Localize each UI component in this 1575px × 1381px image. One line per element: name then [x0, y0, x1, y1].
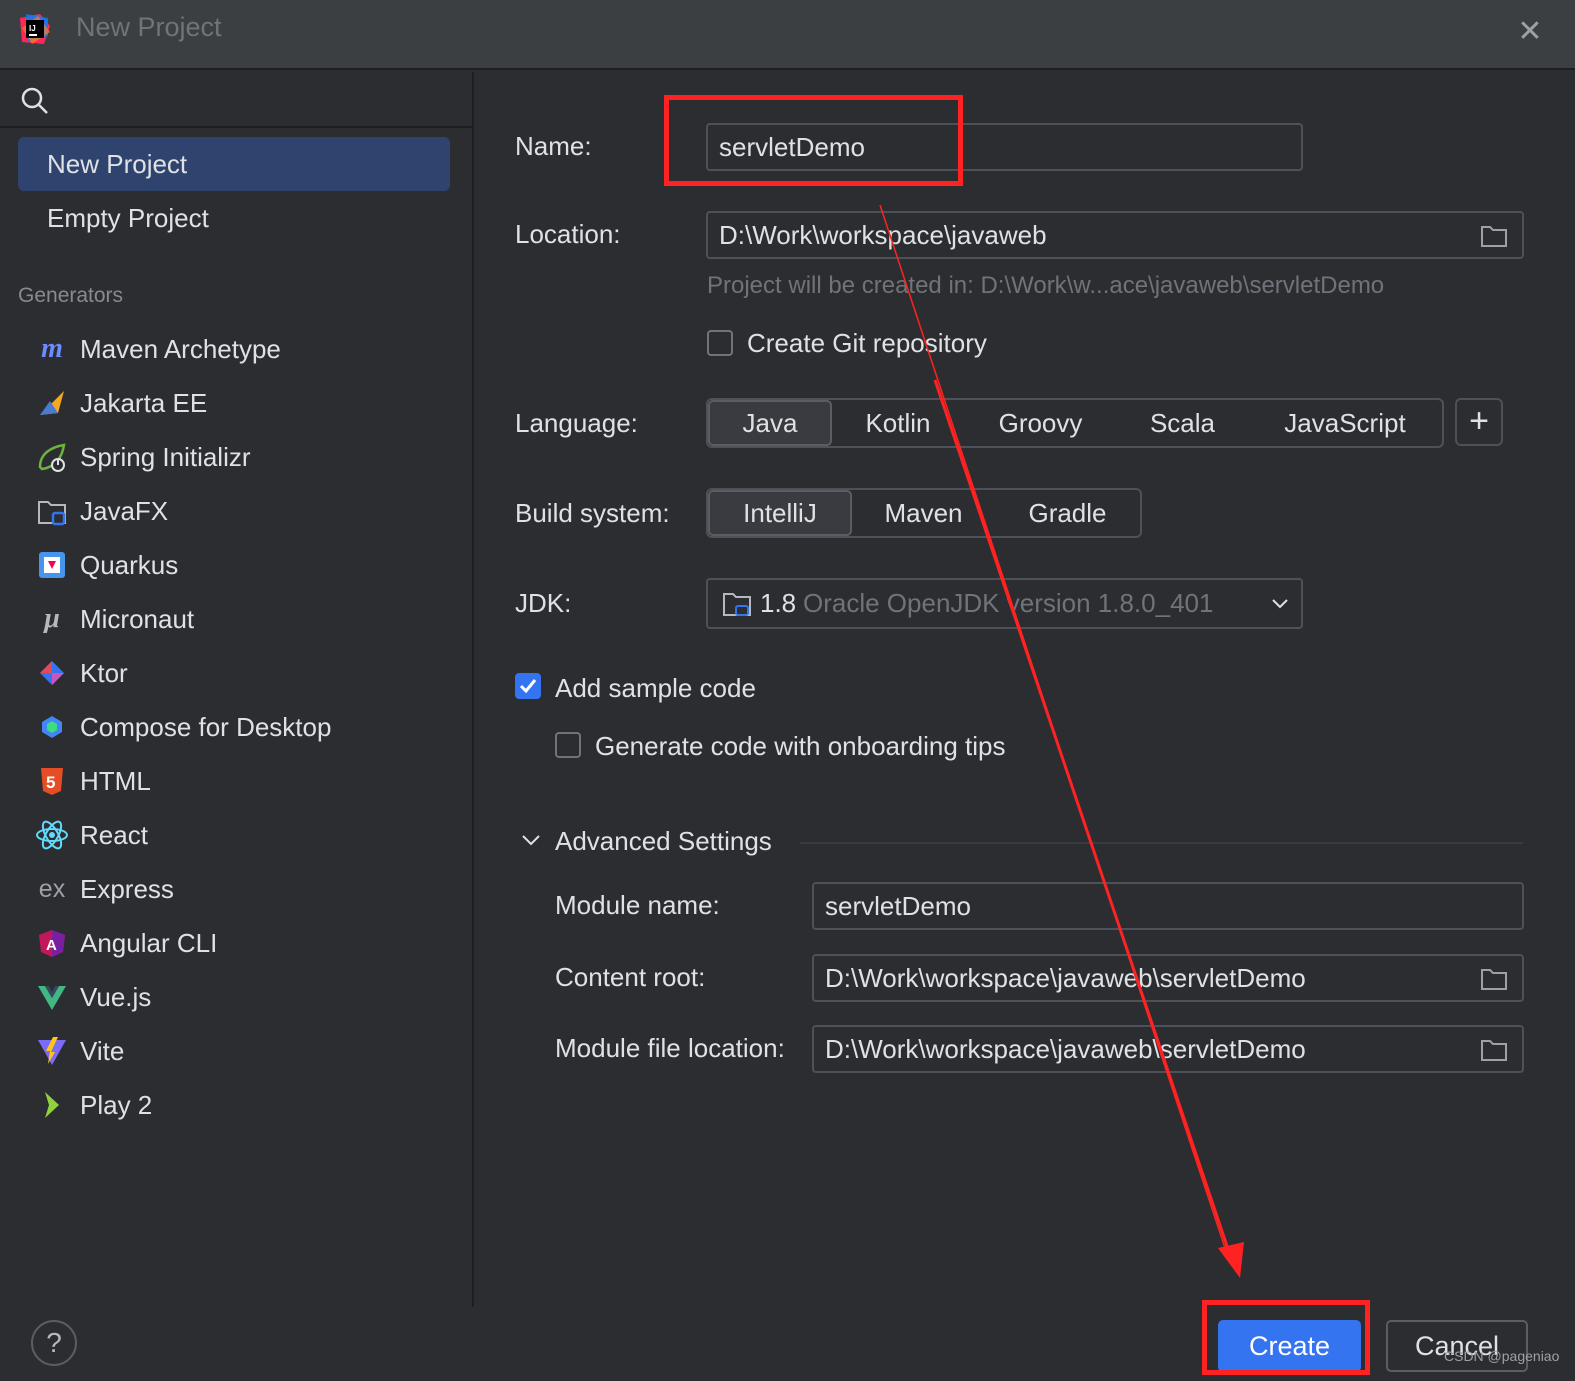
- add-language-plus-icon[interactable]: +: [1455, 398, 1503, 446]
- jakarta-icon: [34, 385, 70, 421]
- location-label: Location:: [515, 219, 621, 249]
- name-field[interactable]: servletDemo: [706, 123, 1303, 171]
- folder-icon[interactable]: [1480, 967, 1508, 991]
- module-name-field[interactable]: servletDemo: [812, 882, 1524, 930]
- vue-icon: [34, 979, 70, 1015]
- help-button[interactable]: ?: [31, 1320, 77, 1366]
- generator-react[interactable]: React: [34, 810, 148, 860]
- location-field[interactable]: D:\Work\workspace\javaweb: [706, 211, 1524, 259]
- generator-maven-archetype[interactable]: m Maven Archetype: [34, 324, 281, 374]
- name-label: Name:: [515, 131, 592, 161]
- language-label: Language:: [515, 408, 638, 438]
- maven-icon: m: [41, 333, 63, 364]
- language-option-scala[interactable]: Scala: [1117, 400, 1248, 446]
- chevron-down-icon: [1272, 599, 1288, 609]
- intellij-logo-icon: IJ: [20, 14, 50, 44]
- content-root-field[interactable]: D:\Work\workspace\javaweb\servletDemo: [812, 954, 1524, 1002]
- angular-icon: A: [34, 925, 70, 961]
- cancel-button[interactable]: Cancel: [1386, 1320, 1528, 1372]
- sidebar-item-empty-project[interactable]: Empty Project: [18, 191, 450, 245]
- module-file-location-value: D:\Work\workspace\javaweb\servletDemo: [825, 1034, 1306, 1064]
- build-option-gradle[interactable]: Gradle: [995, 490, 1140, 536]
- generator-javafx[interactable]: JavaFX: [34, 486, 168, 536]
- play-icon: [34, 1087, 70, 1123]
- ktor-icon: [34, 655, 70, 691]
- spring-icon: [34, 439, 70, 475]
- generator-jakarta-ee[interactable]: Jakarta EE: [34, 378, 207, 428]
- advanced-settings-toggle[interactable]: Advanced Settings: [555, 826, 772, 857]
- build-option-maven[interactable]: Maven: [852, 490, 995, 536]
- checkmark-icon: [519, 679, 537, 694]
- sidebar-search[interactable]: [0, 72, 472, 128]
- language-option-javascript[interactable]: JavaScript: [1248, 400, 1442, 446]
- module-file-location-label: Module file location:: [555, 1033, 785, 1063]
- close-icon[interactable]: ✕: [1510, 12, 1550, 52]
- jdk-description: Oracle OpenJDK version 1.8.0_401: [803, 588, 1214, 618]
- generator-compose-for-desktop[interactable]: Compose for Desktop: [34, 702, 331, 752]
- window-title: New Project: [76, 12, 222, 42]
- build-option-intellij[interactable]: IntelliJ: [708, 490, 852, 536]
- svg-text:5: 5: [46, 773, 55, 792]
- generator-spring-initializr[interactable]: Spring Initializr: [34, 432, 251, 482]
- search-icon[interactable]: [20, 86, 50, 116]
- content-root-label: Content root:: [555, 962, 706, 992]
- jdk-label: JDK:: [515, 588, 572, 618]
- language-option-kotlin[interactable]: Kotlin: [832, 400, 964, 446]
- javafx-icon: [34, 493, 70, 529]
- language-selector: Java Kotlin Groovy Scala JavaScript: [706, 398, 1444, 448]
- location-value: D:\Work\workspace\javaweb: [719, 220, 1047, 250]
- build-system-label: Build system:: [515, 498, 670, 528]
- express-icon: ex: [38, 875, 66, 903]
- generator-html[interactable]: 5 HTML: [34, 756, 151, 806]
- generator-vite[interactable]: Vite: [34, 1026, 124, 1076]
- html-icon: 5: [34, 763, 70, 799]
- chevron-down-icon[interactable]: [520, 832, 542, 848]
- jdk-dropdown[interactable]: 1.8 Oracle OpenJDK version 1.8.0_401: [706, 578, 1303, 629]
- watermark: CSDN @pageniao: [1444, 1348, 1560, 1364]
- title-bar: IJ New Project ✕: [0, 0, 1575, 70]
- build-system-selector: IntelliJ Maven Gradle: [706, 488, 1142, 538]
- svg-text:A: A: [46, 937, 57, 954]
- folder-icon[interactable]: [1480, 1038, 1508, 1062]
- module-file-location-field[interactable]: D:\Work\workspace\javaweb\servletDemo: [812, 1025, 1524, 1073]
- onboarding-tips-checkbox[interactable]: [555, 732, 581, 758]
- jdk-version: 1.8: [760, 588, 797, 618]
- quarkus-icon: [34, 547, 70, 583]
- module-name-label: Module name:: [555, 890, 720, 920]
- svg-text:IJ: IJ: [29, 24, 36, 33]
- generators-heading: Generators: [18, 284, 124, 307]
- content-root-value: D:\Work\workspace\javaweb\servletDemo: [825, 963, 1306, 993]
- generator-express[interactable]: ex Express: [34, 864, 174, 914]
- create-button[interactable]: Create: [1218, 1320, 1361, 1372]
- create-git-checkbox[interactable]: [707, 330, 733, 356]
- generator-play-2[interactable]: Play 2: [34, 1080, 152, 1130]
- location-hint: Project will be created in: D:\Work\w...…: [707, 272, 1385, 299]
- divider: [800, 842, 1523, 844]
- language-option-groovy[interactable]: Groovy: [964, 400, 1117, 446]
- micronaut-icon: μ: [44, 603, 60, 634]
- generator-micronaut[interactable]: μ Micronaut: [34, 594, 194, 644]
- react-icon: [34, 817, 70, 853]
- sidebar-item-new-project[interactable]: New Project: [18, 137, 450, 191]
- generator-quarkus[interactable]: Quarkus: [34, 540, 178, 590]
- compose-icon: [34, 709, 70, 745]
- generator-vue-js[interactable]: Vue.js: [34, 972, 151, 1022]
- jdk-folder-icon: [723, 593, 751, 616]
- create-git-label: Create Git repository: [747, 328, 987, 358]
- generator-ktor[interactable]: Ktor: [34, 648, 128, 698]
- add-sample-code-checkbox[interactable]: [515, 673, 541, 699]
- new-project-dialog: IJ New Project ✕ New Project Empty Proje…: [0, 0, 1575, 1381]
- folder-icon[interactable]: [1480, 224, 1508, 248]
- add-sample-code-label: Add sample code: [555, 673, 756, 703]
- generator-angular-cli[interactable]: A Angular CLI: [34, 918, 217, 968]
- onboarding-tips-label: Generate code with onboarding tips: [595, 731, 1006, 761]
- sidebar: New Project Empty Project Generators m M…: [0, 72, 474, 1307]
- language-option-java[interactable]: Java: [708, 400, 832, 446]
- vite-icon: [34, 1033, 70, 1069]
